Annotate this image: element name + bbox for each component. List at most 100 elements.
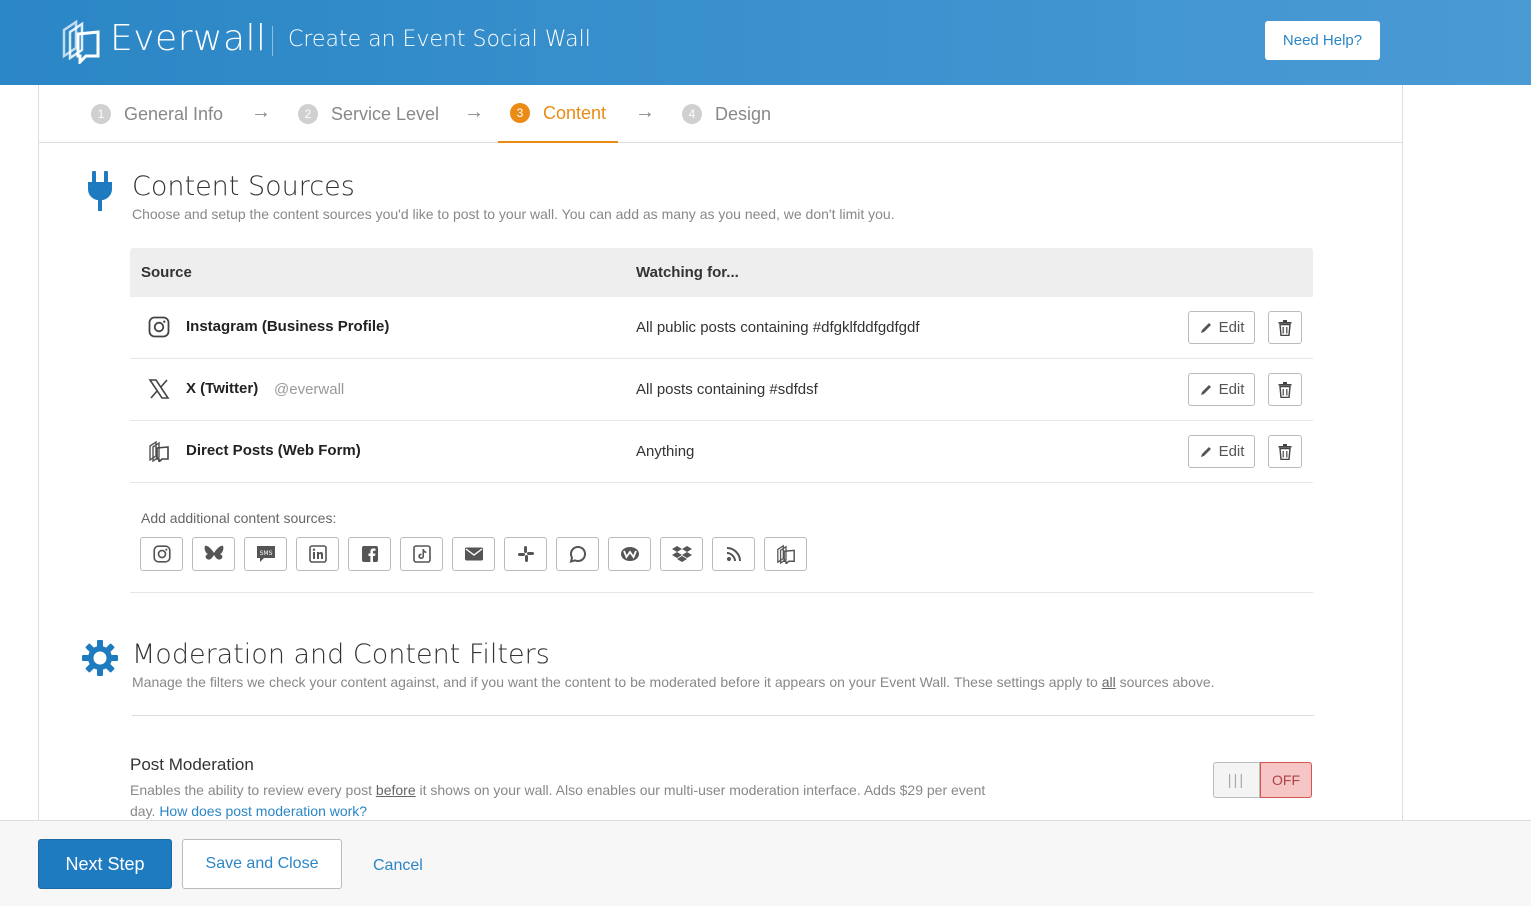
chat-icon (569, 545, 586, 563)
next-step-button[interactable]: Next Step (38, 839, 172, 889)
source-handle: @everwall (274, 381, 345, 398)
cancel-link[interactable]: Cancel (373, 857, 423, 875)
divider (130, 592, 1313, 593)
footer-bar: Next Step Save and Close Cancel (0, 820, 1531, 906)
instagram-icon (148, 316, 170, 338)
top-header: Everwall Create an Event Social Wall Nee… (0, 0, 1531, 85)
trash-icon (1278, 381, 1292, 398)
page-title: Create an Event Social Wall (288, 27, 591, 52)
delete-button[interactable] (1268, 311, 1302, 344)
step-arrow-icon: → (251, 101, 271, 123)
gear-icon (82, 640, 118, 676)
slack-icon (517, 546, 534, 562)
edit-label: Edit (1218, 443, 1245, 460)
add-sources-label: Add additional content sources: (141, 510, 337, 526)
facebook-icon (361, 546, 378, 563)
column-watching: Watching for... (636, 264, 739, 281)
trash-icon (1278, 443, 1292, 460)
step-label: Design (715, 103, 772, 124)
content-sources-description: Choose and setup the content sources you… (132, 206, 895, 222)
add-slack-button[interactable] (504, 537, 547, 571)
post-moderation-toggle[interactable]: ||| OFF (1213, 762, 1312, 798)
source-name: Direct Posts (Web Form) (186, 442, 361, 459)
email-icon (464, 547, 483, 561)
pencil-icon (1200, 322, 1211, 333)
direct-posts-icon (149, 440, 169, 462)
add-instagram-button[interactable] (140, 537, 183, 571)
add-rss-button[interactable] (712, 537, 755, 571)
content-sources-table: Source Watching for... Instagram (Busine… (130, 248, 1313, 483)
step-design[interactable]: 4 Design (682, 85, 771, 143)
step-arrow-icon: → (635, 101, 655, 123)
toggle-knob[interactable]: ||| (1213, 762, 1260, 798)
column-source: Source (141, 264, 192, 281)
add-sources-row: SMS (140, 537, 807, 571)
step-number: 1 (91, 104, 111, 124)
table-row: X (Twitter) @everwall All posts containi… (130, 359, 1313, 421)
toggle-state[interactable]: OFF (1260, 762, 1312, 798)
add-tiktok-button[interactable] (400, 537, 443, 571)
source-name: Instagram (Business Profile) (186, 318, 390, 335)
watching-for: Anything (636, 443, 695, 460)
bluesky-icon (204, 545, 223, 560)
add-linkedin-button[interactable] (296, 537, 339, 571)
delete-button[interactable] (1268, 373, 1302, 406)
edit-button[interactable]: Edit (1188, 311, 1255, 344)
add-direct-posts-button[interactable] (764, 537, 807, 571)
add-sms-button[interactable]: SMS (244, 537, 287, 571)
sms-icon: SMS (256, 546, 275, 562)
step-content[interactable]: 3 Content (498, 85, 619, 143)
step-arrow-icon: → (464, 101, 484, 123)
x-twitter-icon (148, 379, 170, 399)
add-facebook-button[interactable] (348, 537, 391, 571)
everwall-logo-icon (62, 19, 100, 64)
add-webex-button[interactable] (608, 537, 651, 571)
step-label: General Info (124, 103, 224, 124)
need-help-button[interactable]: Need Help? (1265, 21, 1380, 60)
delete-button[interactable] (1268, 435, 1302, 468)
pencil-icon (1200, 446, 1211, 457)
step-general-info[interactable]: 1 General Info (91, 85, 223, 143)
watching-for: All public posts containing #dfgklfddfgd… (636, 319, 920, 336)
divider (132, 715, 1314, 716)
step-service-level[interactable]: 2 Service Level (298, 85, 439, 143)
header-divider (272, 26, 273, 56)
step-number: 4 (682, 104, 702, 124)
step-label: Content (543, 102, 607, 123)
step-label: Service Level (331, 103, 440, 124)
edit-button[interactable]: Edit (1188, 435, 1255, 468)
instagram-icon (152, 545, 171, 563)
wizard-steps: 1 General Info → 2 Service Level → 3 Con… (39, 85, 1402, 143)
step-number: 2 (298, 104, 318, 124)
moderation-title: Moderation and Content Filters (132, 639, 550, 670)
pencil-icon (1200, 384, 1211, 395)
add-email-button[interactable] (452, 537, 495, 571)
dropbox-icon (671, 546, 692, 562)
step-number: 3 (510, 103, 530, 123)
moderation-description: Manage the filters we check your content… (132, 674, 1215, 690)
add-bluesky-button[interactable] (192, 537, 235, 571)
add-chat-button[interactable] (556, 537, 599, 571)
edit-label: Edit (1218, 319, 1245, 336)
post-moderation-description: Enables the ability to review every post… (130, 782, 986, 819)
post-moderation-help-link[interactable]: How does post moderation work? (159, 803, 367, 819)
webex-icon (620, 547, 639, 561)
plug-icon (88, 171, 112, 211)
direct-posts-icon (776, 544, 795, 564)
post-moderation-title: Post Moderation (130, 755, 254, 774)
table-row: Instagram (Business Profile) All public … (130, 297, 1313, 359)
source-name: X (Twitter) (186, 380, 259, 397)
edit-button[interactable]: Edit (1188, 373, 1255, 406)
svg-text:SMS: SMS (259, 550, 272, 557)
linkedin-icon (308, 545, 327, 563)
table-header: Source Watching for... (130, 248, 1313, 297)
brand-name: Everwall (110, 18, 267, 59)
trash-icon (1278, 319, 1292, 336)
rss-icon (726, 547, 741, 562)
add-dropbox-button[interactable] (660, 537, 703, 571)
edit-label: Edit (1218, 381, 1245, 398)
save-and-close-button[interactable]: Save and Close (182, 839, 342, 889)
watching-for: All posts containing #sdfdsf (636, 381, 818, 398)
tiktok-icon (412, 545, 431, 563)
table-row: Direct Posts (Web Form) Anything Edit (130, 421, 1313, 483)
